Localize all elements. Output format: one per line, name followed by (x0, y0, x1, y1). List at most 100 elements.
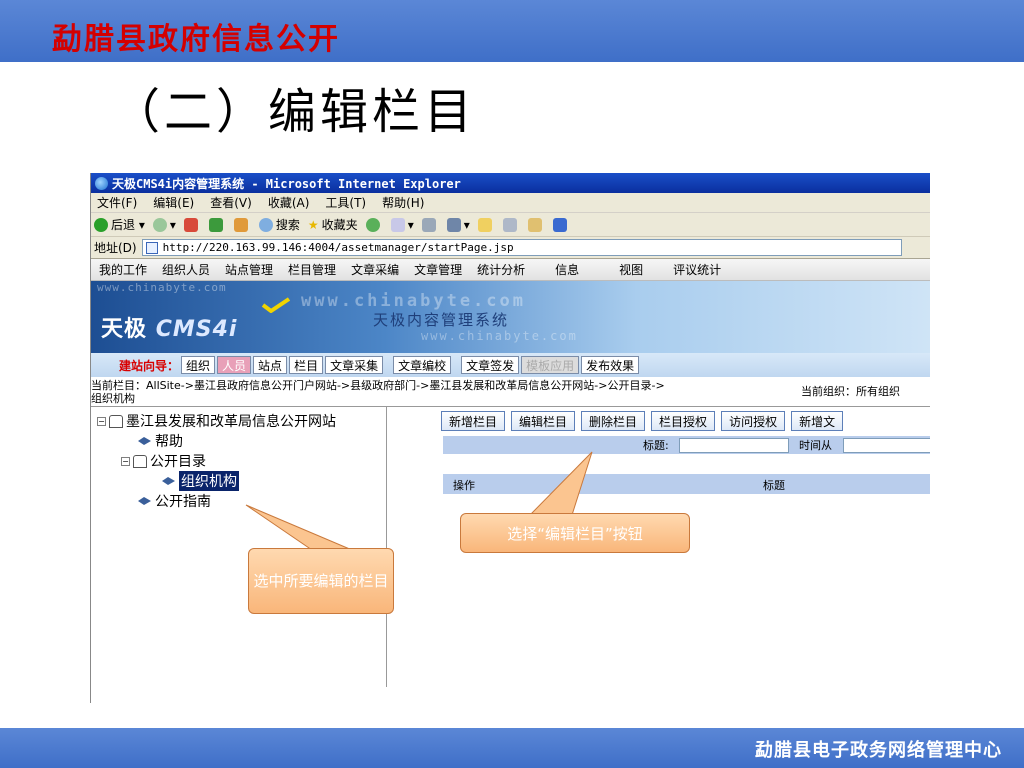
media-icon (552, 217, 567, 232)
time-filter-input[interactable] (843, 437, 930, 453)
back-arrow-icon (94, 217, 108, 232)
menu-edit[interactable]: 编辑(E) (153, 194, 194, 211)
home-button[interactable] (233, 217, 251, 232)
wizard-step-publish[interactable]: 发布效果 (581, 356, 640, 374)
wizard-step-people[interactable]: 人员 (217, 356, 252, 374)
printer-icon (421, 217, 436, 232)
ie-logo-icon (95, 176, 108, 190)
book-icon (138, 497, 151, 505)
messenger-icon (502, 217, 517, 232)
tree-node-help[interactable]: 帮助 (91, 431, 386, 451)
nav-view[interactable]: 视图 (619, 261, 643, 278)
tree-node-catalog[interactable]: − 公开目录 (91, 451, 386, 471)
cms-banner: www.chinabyte.com www.chinabyte.com www.… (91, 281, 930, 353)
wizard-step-collect[interactable]: 文章采集 (325, 356, 384, 374)
mail-button[interactable]: ▾ (390, 217, 414, 232)
media-button[interactable] (552, 217, 570, 232)
wizard-step-column[interactable]: 栏目 (289, 356, 324, 374)
wizard-label: 建站向导： (119, 358, 180, 373)
add-article-button[interactable]: 新增文 (791, 411, 844, 431)
checkmark-logo-icon (261, 297, 291, 313)
menu-view[interactable]: 查看(V) (210, 194, 252, 211)
favorites-button[interactable]: ★ 收藏夹 (308, 216, 358, 233)
nav-my-work[interactable]: 我的工作 (99, 261, 147, 278)
window-title: 天极CMS4i内容管理系统 - Microsoft Internet Explo… (112, 176, 461, 191)
history-button[interactable] (365, 217, 383, 232)
research-button[interactable] (527, 217, 545, 232)
nav-article-edit[interactable]: 文章采编 (351, 261, 399, 278)
wizard-step-template[interactable]: 模板应用 (521, 356, 580, 374)
print-button[interactable] (421, 217, 439, 232)
collapse-toggle-icon[interactable]: − (97, 416, 106, 426)
menu-favorites[interactable]: 收藏(A) (268, 194, 310, 211)
title-filter-input[interactable] (679, 437, 789, 453)
back-button[interactable]: 后退 ▾ (94, 216, 145, 233)
nav-article-manage[interactable]: 文章管理 (414, 261, 462, 278)
edit-icon (446, 217, 461, 232)
book-icon (162, 477, 175, 485)
cms-logo-en: CMS4i (155, 317, 238, 342)
star-icon: ★ (307, 217, 319, 232)
tree-selected-label: 组织机构 (179, 471, 239, 491)
slide-top-title: 勐腊县政府信息公开 (52, 22, 340, 57)
wizard-step-org[interactable]: 组织 (181, 356, 216, 374)
tree-node-root[interactable]: − 墨江县发展和改革局信息公开网站 (91, 411, 386, 431)
current-org: 当前组织：所有组织 (801, 385, 900, 398)
refresh-icon (208, 217, 223, 232)
time-filter-label: 时间从 (799, 439, 832, 452)
address-input[interactable]: http://220.163.99.146:4004/assetmanager/… (141, 239, 902, 256)
nav-column-manage[interactable]: 栏目管理 (288, 261, 336, 278)
browser-toolbar: 后退 ▾ ▾ 搜索 ★ 收藏夹 ▾ ▾ (91, 213, 930, 237)
nav-review-stats[interactable]: 评议统计 (673, 261, 721, 278)
nav-statistics[interactable]: 统计分析 (477, 261, 525, 278)
delete-column-button[interactable]: 删除栏目 (581, 411, 646, 431)
column-header-title: 标题 (763, 479, 785, 492)
discuss-button[interactable] (477, 217, 495, 232)
footer-band: 勐腊县电子政务网络管理中心 (0, 728, 1024, 768)
edit-page-button[interactable]: ▾ (446, 217, 470, 232)
cms-logo-cn: 天极 (101, 317, 148, 342)
forward-button[interactable]: ▾ (152, 217, 176, 232)
action-buttons: 新增栏目 编辑栏目 删除栏目 栏目授权 访问授权 新增文 (387, 411, 930, 431)
cms-nav: 我的工作 组织人员 站点管理 栏目管理 文章采编 文章管理 统计分析 信息 视图… (91, 259, 930, 281)
page-icon (145, 241, 158, 254)
nav-site-manage[interactable]: 站点管理 (225, 261, 273, 278)
back-label: 后退 (111, 218, 136, 232)
table-header: 操作 标题 (443, 474, 930, 494)
collapse-toggle-icon[interactable]: − (121, 456, 130, 466)
edit-column-button[interactable]: 编辑栏目 (511, 411, 576, 431)
menu-tools[interactable]: 工具(T) (325, 194, 366, 211)
access-auth-button[interactable]: 访问授权 (721, 411, 786, 431)
banner-watermark-small: www.chinabyte.com (97, 281, 227, 294)
history-icon (365, 217, 380, 232)
nav-info[interactable]: 信息 (555, 261, 579, 278)
book-icon (138, 437, 151, 445)
refresh-button[interactable] (208, 217, 226, 232)
stop-button[interactable] (183, 217, 201, 232)
slide-heading: （二）编辑栏目 (112, 84, 477, 140)
messenger-button[interactable] (502, 217, 520, 232)
column-auth-button[interactable]: 栏目授权 (651, 411, 716, 431)
search-button[interactable]: 搜索 (258, 216, 300, 233)
column-tree: − 墨江县发展和改革局信息公开网站 帮助 − 公开目录 组织机构 公开指南 (91, 407, 387, 687)
folder-icon (477, 217, 492, 232)
wizard-step-sign[interactable]: 文章签发 (461, 356, 520, 374)
wizard-step-site[interactable]: 站点 (253, 356, 288, 374)
search-icon (258, 217, 273, 232)
footer-text: 勐腊县电子政务网络管理中心 (755, 740, 1002, 761)
cms-logo: 天极 CMS4i (101, 311, 237, 343)
forward-arrow-icon (152, 217, 167, 232)
tree-node-guide[interactable]: 公开指南 (91, 491, 386, 511)
column-header-op: 操作 (453, 479, 475, 492)
menu-help[interactable]: 帮助(H) (382, 194, 424, 211)
folder-icon (133, 454, 147, 468)
add-column-button[interactable]: 新增栏目 (441, 411, 506, 431)
home-icon (233, 217, 248, 232)
wizard-step-proofread[interactable]: 文章编校 (393, 356, 452, 374)
menu-file[interactable]: 文件(F) (97, 194, 137, 211)
callout-right-text: 选择“编辑栏目”按钮 (507, 524, 643, 543)
tree-node-org[interactable]: 组织机构 (91, 471, 386, 491)
banner-watermark-lower: www.chinabyte.com (421, 329, 578, 343)
nav-org-people[interactable]: 组织人员 (162, 261, 210, 278)
research-icon (527, 217, 542, 232)
